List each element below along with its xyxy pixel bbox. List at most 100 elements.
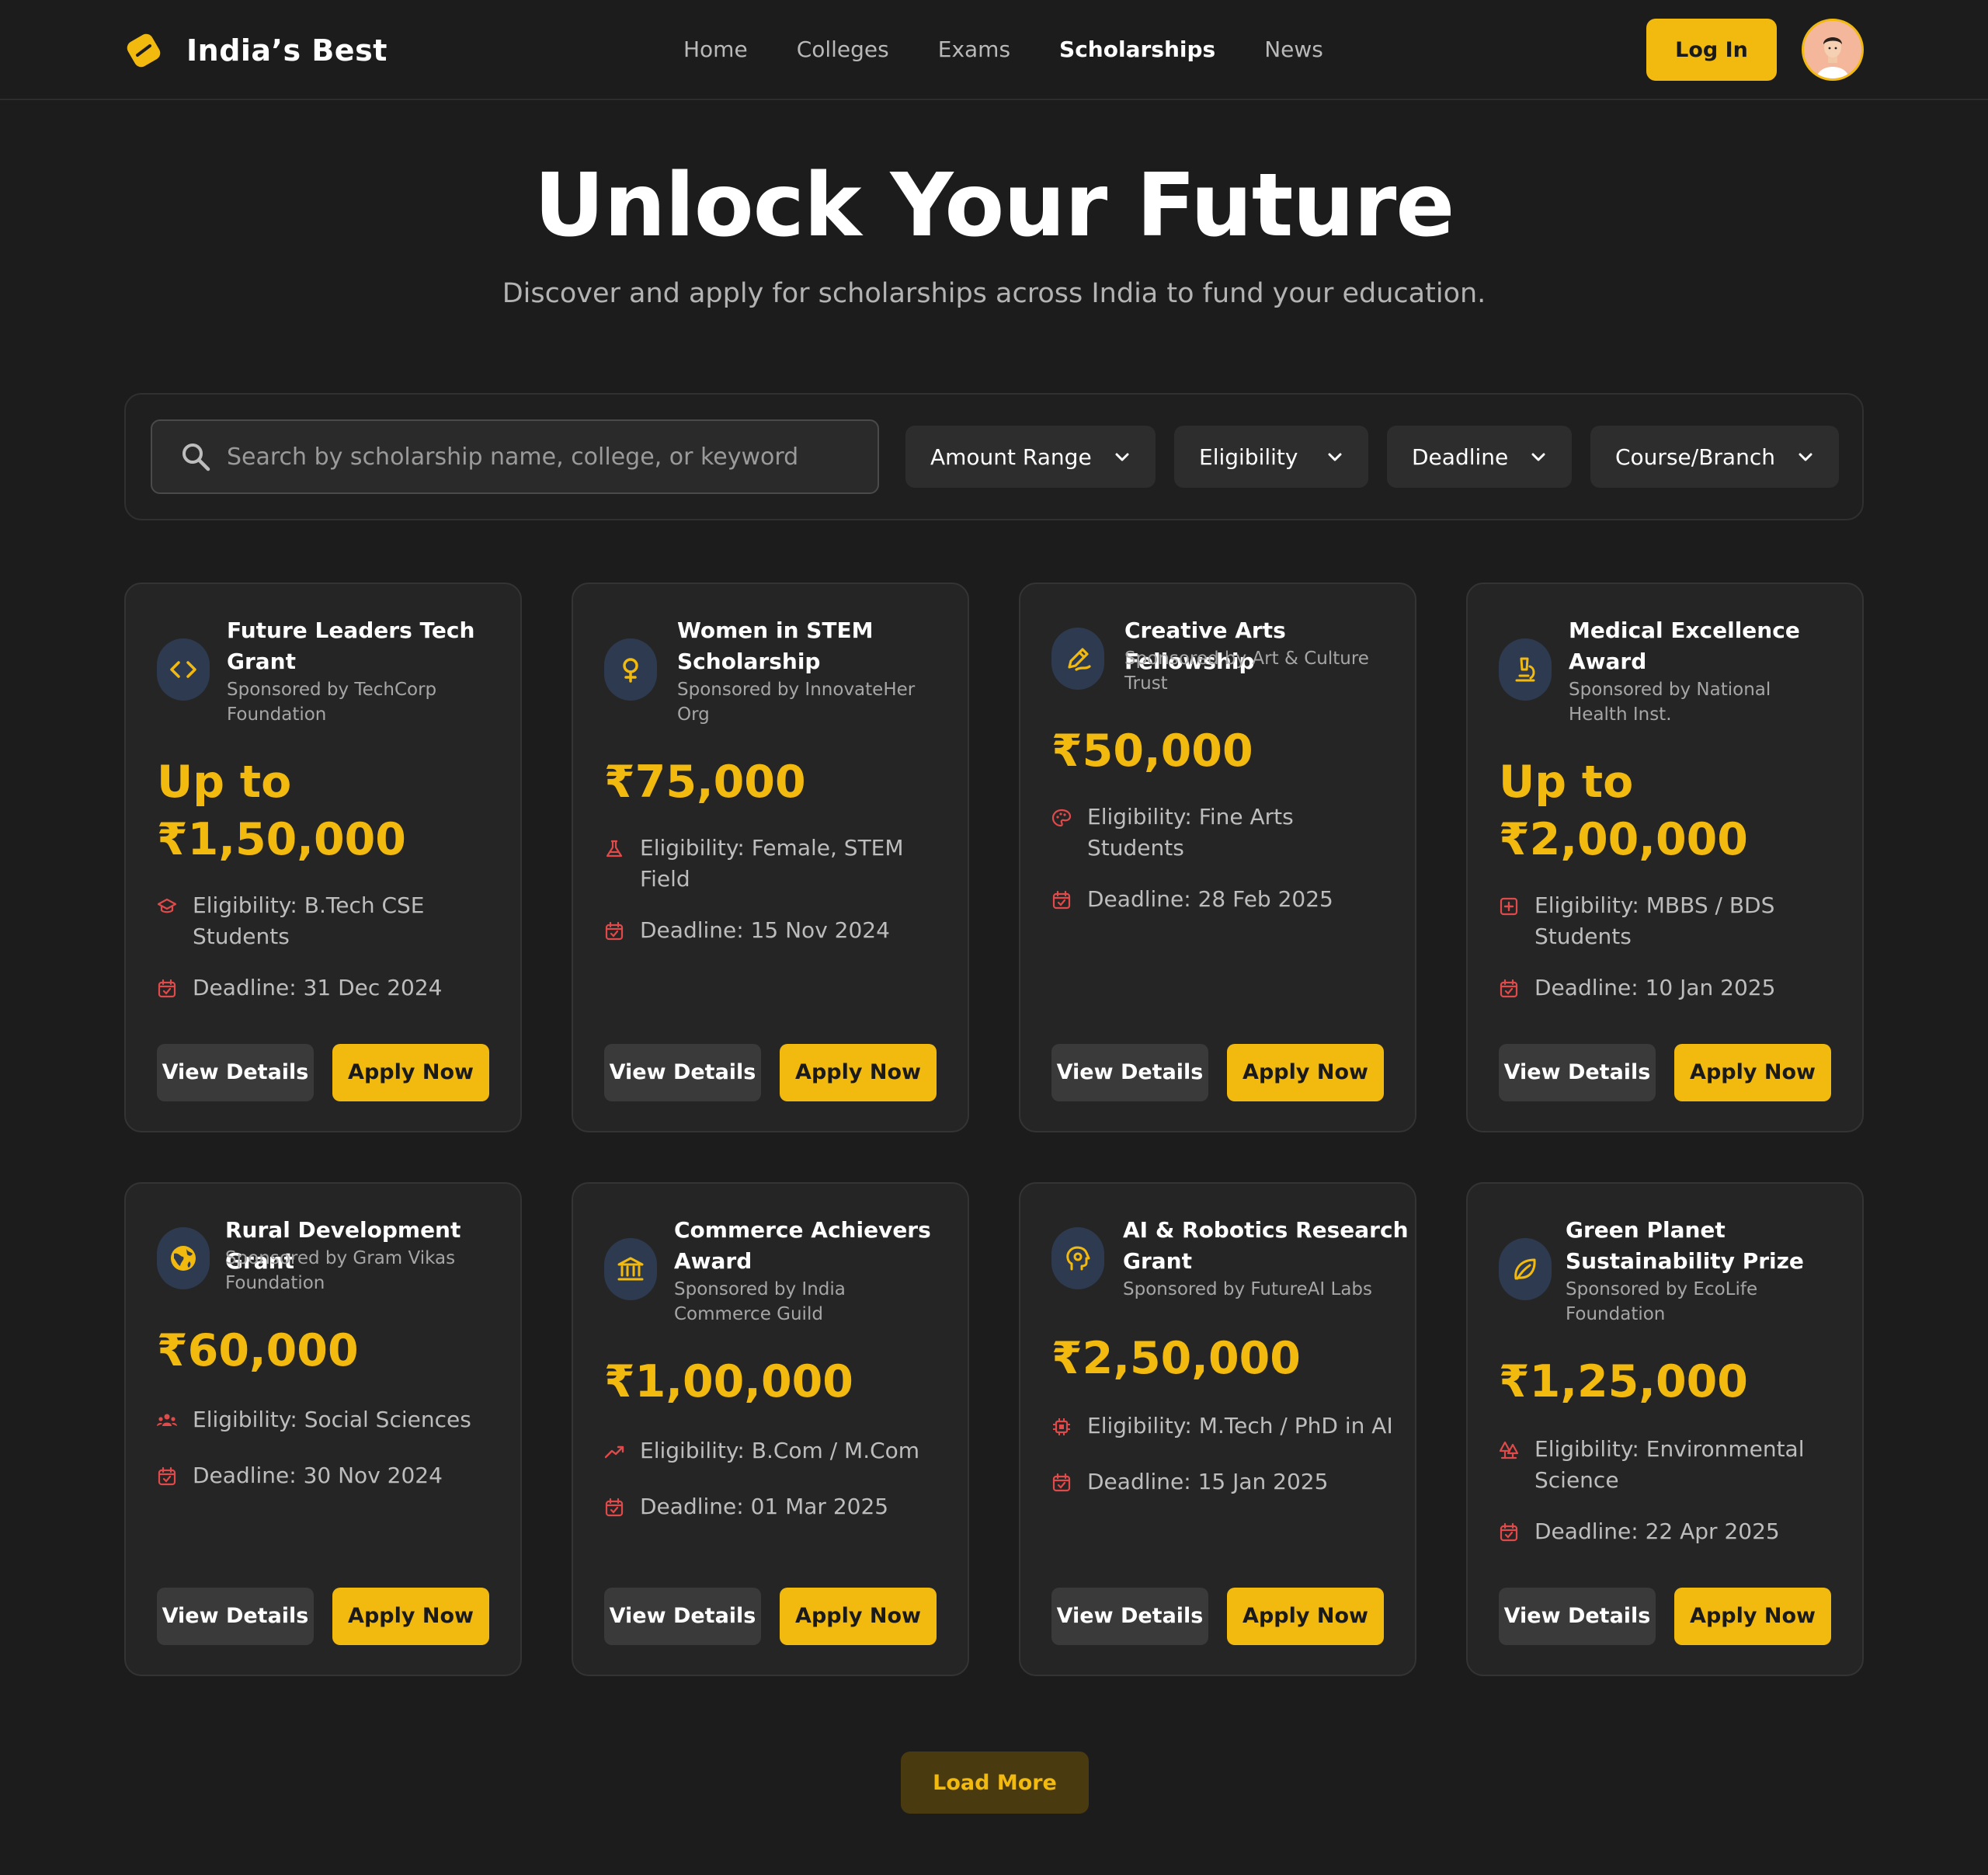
card-eligibility-text: Eligibility: Female, STEM Field: [640, 835, 904, 892]
apply-now-button[interactable]: Apply Now: [332, 1588, 489, 1645]
brand-logo[interactable]: India’s Best: [124, 31, 388, 70]
view-details-button[interactable]: View Details: [1051, 1044, 1208, 1101]
card-amount: Up to ₹2,00,000: [1499, 757, 1748, 865]
page-subtitle: Discover and apply for scholarships acro…: [502, 278, 1486, 309]
globe-icon: [157, 1227, 210, 1289]
code-icon: [157, 638, 210, 701]
chevron-down-icon: [1115, 453, 1129, 461]
bank-icon: [604, 1238, 657, 1300]
card-eligibility-text: Eligibility: M.Tech / PhD in AI: [1087, 1413, 1393, 1438]
medical-cross-icon: [1500, 897, 1518, 916]
card-deadline-text: Deadline: 15 Nov 2024: [640, 917, 890, 943]
nav-news[interactable]: News: [1264, 33, 1323, 67]
scholarship-card: Commerce Achievers Award Sponsored by In…: [572, 1182, 969, 1676]
view-details-button[interactable]: View Details: [1051, 1588, 1208, 1645]
card-sponsor: Sponsored by India Commerce Guild: [674, 1279, 846, 1324]
card-sponsor: Sponsored by EcoLife Foundation: [1566, 1279, 1758, 1324]
apply-now-button[interactable]: Apply Now: [1227, 1588, 1384, 1645]
card-amount: ₹50,000: [1051, 725, 1253, 777]
card-sponsor: Sponsored by National Health Inst.: [1569, 680, 1771, 725]
card-eligibility: Eligibility: B.Tech CSE Students: [157, 890, 499, 952]
chip-icon: [1053, 1418, 1070, 1435]
user-avatar[interactable]: [1802, 19, 1864, 81]
site-header: India’s Best Home Colleges Exams Scholar…: [0, 0, 1988, 100]
card-title: Commerce Achievers Award: [674, 1217, 931, 1274]
scholarship-card: Creative Arts Fellowship Sponsored by Ar…: [1019, 583, 1416, 1132]
apply-now-button[interactable]: Apply Now: [1674, 1044, 1831, 1101]
scholarship-card: Women in STEM Scholarship Sponsored by I…: [572, 583, 969, 1132]
card-sponsor: Sponsored by Gram Vikas Foundation: [225, 1248, 456, 1293]
card-eligibility: Eligibility: Environmental Science: [1499, 1434, 1840, 1496]
apply-now-button[interactable]: Apply Now: [780, 1044, 937, 1101]
eligibility-dropdown[interactable]: Eligibility: [1174, 426, 1368, 488]
card-amount: Up to ₹1,50,000: [157, 757, 406, 865]
course-branch-label: Course/Branch: [1615, 444, 1775, 470]
deadline-dropdown[interactable]: Deadline: [1387, 426, 1572, 488]
forest-icon: [1499, 1441, 1519, 1459]
card-deadline: Deadline: 28 Feb 2025: [1051, 884, 1393, 915]
amount-range-dropdown[interactable]: Amount Range: [905, 426, 1156, 488]
card-deadline-text: Deadline: 28 Feb 2025: [1087, 886, 1333, 912]
scholarship-card: AI & Robotics Research Grant Sponsored b…: [1019, 1182, 1416, 1676]
amount-range-label: Amount Range: [930, 444, 1092, 470]
course-branch-dropdown[interactable]: Course/Branch: [1590, 426, 1839, 488]
card-deadline: Deadline: 31 Dec 2024: [157, 972, 499, 1004]
load-more-button[interactable]: Load More: [901, 1752, 1089, 1814]
palette-icon: [1051, 809, 1072, 827]
nav-colleges[interactable]: Colleges: [797, 33, 889, 67]
search-input[interactable]: [227, 433, 864, 480]
view-details-button[interactable]: View Details: [157, 1588, 314, 1645]
deadline-label: Deadline: [1412, 444, 1509, 470]
main-nav: Home Colleges Exams Scholarships News: [683, 33, 1372, 67]
apply-now-button[interactable]: Apply Now: [780, 1588, 937, 1645]
apply-now-button[interactable]: Apply Now: [332, 1044, 489, 1101]
graduation-cap-icon: [157, 898, 177, 913]
trending-up-icon: [604, 1445, 624, 1459]
calendar-icon: [605, 1498, 624, 1517]
card-deadline-text: Deadline: 10 Jan 2025: [1534, 975, 1776, 1000]
card-eligibility: Eligibility: Female, STEM Field: [604, 833, 946, 895]
card-sponsor: Sponsored by Art & Culture Trust: [1124, 649, 1369, 694]
view-details-button[interactable]: View Details: [1499, 1588, 1656, 1645]
scholarship-card: Future Leaders Tech Grant Sponsored by T…: [124, 583, 522, 1132]
logo-tag-icon: [127, 33, 161, 68]
card-amount: ₹60,000: [157, 1325, 359, 1376]
microscope-icon: [1499, 638, 1552, 701]
login-button[interactable]: Log In: [1646, 19, 1777, 81]
card-deadline-text: Deadline: 31 Dec 2024: [193, 975, 443, 1000]
scholarship-card: Rural Development Grant Sponsored by Gra…: [124, 1182, 522, 1676]
card-eligibility-text: Eligibility: Environmental Science: [1534, 1436, 1805, 1493]
view-details-button[interactable]: View Details: [604, 1044, 761, 1101]
nav-scholarships[interactable]: Scholarships: [1059, 33, 1215, 67]
chevron-down-icon: [1328, 453, 1342, 461]
apply-now-button[interactable]: Apply Now: [1227, 1044, 1384, 1101]
apply-now-button[interactable]: Apply Now: [1674, 1588, 1831, 1645]
calendar-icon: [1500, 979, 1518, 998]
card-eligibility: Eligibility: Social Sciences: [157, 1404, 499, 1435]
brain-gear-icon: [1051, 1227, 1104, 1289]
calendar-icon: [158, 1466, 176, 1486]
card-amount: ₹75,000: [604, 757, 806, 808]
chevron-down-icon: [1531, 453, 1545, 461]
chevron-down-icon: [1799, 453, 1812, 461]
nav-home[interactable]: Home: [683, 33, 748, 67]
card-eligibility: Eligibility: M.Tech / PhD in AI: [1051, 1411, 1393, 1442]
calendar-icon: [1500, 1522, 1518, 1542]
card-sponsor: Sponsored by TechCorp Foundation: [227, 680, 437, 725]
calendar-icon: [1052, 890, 1071, 910]
search-box[interactable]: [151, 419, 879, 494]
filter-bar: Amount Range Eligibility Deadline Course…: [124, 393, 1864, 520]
brand-name: India’s Best: [186, 33, 388, 68]
view-details-button[interactable]: View Details: [157, 1044, 314, 1101]
card-eligibility-text: Eligibility: MBBS / BDS Students: [1534, 892, 1775, 949]
nav-exams[interactable]: Exams: [938, 33, 1010, 67]
card-amount: ₹1,00,000: [604, 1356, 853, 1407]
female-icon: [604, 638, 657, 701]
card-deadline: Deadline: 22 Apr 2025: [1499, 1516, 1840, 1547]
view-details-button[interactable]: View Details: [604, 1588, 761, 1645]
card-amount: ₹1,25,000: [1499, 1356, 1748, 1407]
card-deadline-text: Deadline: 15 Jan 2025: [1087, 1469, 1329, 1494]
flask-icon: [606, 840, 623, 857]
view-details-button[interactable]: View Details: [1499, 1044, 1656, 1101]
card-deadline: Deadline: 30 Nov 2024: [157, 1460, 499, 1491]
